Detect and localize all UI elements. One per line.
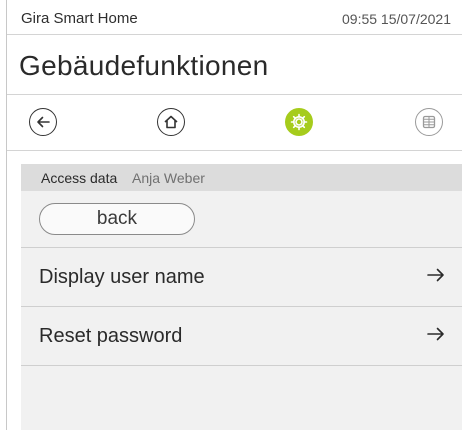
divider — [7, 94, 462, 95]
arrow-right-icon — [427, 327, 445, 346]
menu-item-label: Display user name — [39, 266, 205, 288]
section-label: Access data — [41, 170, 118, 186]
back-button[interactable]: back — [39, 203, 195, 235]
back-arrow-icon[interactable] — [29, 108, 57, 136]
divider — [7, 150, 462, 151]
section-value: Anja Weber — [132, 170, 205, 186]
menu-item-label: Reset password — [39, 325, 183, 347]
content-panel: back Display user name Reset password — [21, 191, 462, 430]
grid-icon[interactable] — [415, 108, 443, 136]
status-bar: Gira Smart Home 09:55 15/07/2021 — [7, 0, 462, 35]
app-frame: Gira Smart Home 09:55 15/07/2021 Gebäude… — [6, 0, 462, 430]
home-icon[interactable] — [157, 108, 185, 136]
section-header: Access data Anja Weber — [21, 164, 462, 191]
menu-item-display-user-name[interactable]: Display user name — [21, 248, 462, 306]
menu-item-reset-password[interactable]: Reset password — [21, 307, 462, 365]
settings-gear-icon[interactable] — [285, 108, 313, 136]
page-title: Gebäudefunktionen — [19, 50, 269, 81]
arrow-right-icon — [427, 268, 445, 287]
app-name: Gira Smart Home — [21, 10, 138, 27]
divider — [21, 365, 462, 366]
clock-datetime: 09:55 15/07/2021 — [342, 11, 451, 27]
